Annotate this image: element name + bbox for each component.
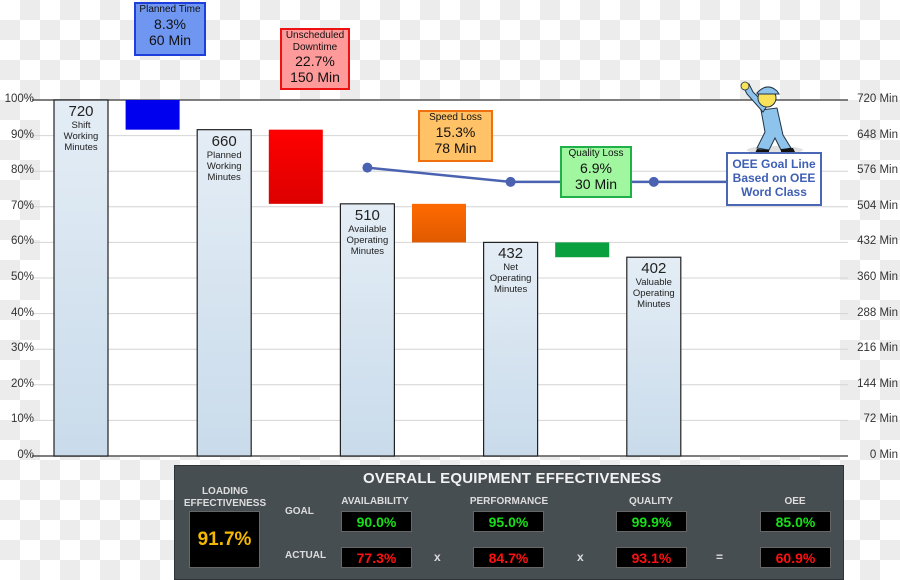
loss-bar [125, 100, 180, 130]
bar-description: Valuable [635, 277, 672, 289]
availability-actual: 77.3% [341, 547, 412, 568]
left-axis-tick-label: 80% [10, 164, 34, 177]
goal-line-label-line: Based on OEE [732, 171, 816, 185]
loss-callout: Planned Time 8.3% 60 Min [134, 2, 206, 56]
callout-value: 150 Min [290, 69, 340, 86]
left-axis-tick-label: 0% [17, 449, 34, 461]
bar-description: Planned [206, 149, 242, 161]
multiply-operator: x [577, 550, 584, 564]
oee-actual: 60.9% [760, 547, 831, 568]
left-axis-tick-label: 100% [4, 93, 34, 105]
bar-value: 720 [68, 103, 94, 120]
bar-value: 432 [498, 245, 524, 263]
loss-callout: Unscheduled Downtime 22.7% 150 Min [280, 28, 350, 90]
left-axis-tick-label: 10% [10, 413, 34, 426]
oee-summary-panel: OVERALL EQUIPMENT EFFECTIVENESS LOADING … [174, 465, 844, 580]
total-bar [53, 99, 109, 457]
left-axis-tick-label: 90% [10, 128, 34, 141]
callout-value: 22.7% [295, 53, 335, 69]
bar-description: Operating [632, 288, 675, 300]
loss-bar [268, 129, 323, 204]
bar-description: Minutes [64, 142, 98, 153]
bar-description: Available [348, 223, 387, 235]
panel-title: OVERALL EQUIPMENT EFFECTIVENESS [363, 470, 662, 487]
left-axis-tick-label: 50% [10, 271, 34, 283]
total-bar-label: 660 Planned Working Minutes [197, 133, 251, 183]
left-axis-tick-label: 30% [10, 342, 34, 355]
actual-row-label: ACTUAL [285, 550, 327, 561]
loading-label-line: EFFECTIVENESS [183, 498, 267, 509]
bar-value: 510 [354, 206, 380, 224]
bar-description: Shift [71, 120, 91, 131]
availability-goal: 90.0% [341, 511, 412, 532]
right-axis-tick-label: 504 Min [857, 199, 898, 212]
right-axis-tick-label: 288 Min [857, 306, 898, 319]
goal-line-label-line: OEE Goal Line [732, 157, 816, 171]
left-axis-tick-label: 20% [10, 377, 34, 390]
performance-actual: 84.7% [473, 547, 544, 568]
bar-description: Operating [346, 234, 389, 246]
loss-bar [412, 203, 466, 243]
loading-label-line: LOADING [201, 486, 249, 497]
bar-value: 660 [211, 132, 237, 150]
bar-description: Operating [489, 273, 532, 285]
goal-point [505, 176, 516, 187]
right-axis-tick-label: 216 Min [857, 342, 898, 355]
quality-goal: 99.9% [616, 511, 687, 532]
callout-title: Planned Time [139, 4, 201, 15]
callout-value: 78 Min [434, 139, 477, 156]
goal-point [648, 176, 659, 187]
left-axis-tick-label: 70% [10, 199, 34, 212]
oee-header: OEE [784, 496, 806, 507]
right-axis-tick-label: 0 Min [869, 449, 898, 461]
bar-description: Working [206, 160, 242, 172]
right-axis-tick-label: 576 Min [857, 164, 898, 177]
loss-callout: Quality Loss 6.9% 30 Min [560, 146, 632, 198]
right-axis-tick-label: 720 Min [857, 93, 898, 105]
right-axis-tick-label: 360 Min [857, 271, 898, 283]
callout-value: 30 Min [574, 175, 618, 192]
loss-bar [555, 242, 610, 258]
callout-value: 15.3% [435, 123, 476, 140]
bar-description: Minutes [637, 299, 671, 311]
callout-title: Downtime [292, 41, 338, 53]
right-axis-tick-label: 432 Min [857, 235, 898, 248]
goal-line-label-line: Word Class [741, 185, 807, 199]
loading-effectiveness-value: 91.7% [189, 511, 260, 568]
bar-description: Working [63, 131, 99, 142]
callout-title: Speed Loss [429, 112, 482, 123]
total-bar-label: 720 Shift Working Minutes [54, 103, 108, 153]
callout-value: 60 Min [148, 31, 192, 48]
performance-goal: 95.0% [473, 511, 544, 532]
total-bar-label: 432 Net Operating Minutes [484, 245, 538, 295]
bar-description: Minutes [493, 284, 528, 296]
goal-row-label: GOAL [285, 506, 314, 517]
total-bar-label: 510 Available Operating Minutes [340, 207, 394, 257]
quality-actual: 93.1% [616, 547, 687, 568]
callout-title: Unscheduled [285, 30, 345, 41]
loading-effectiveness-label: LOADING EFFECTIVENESS [179, 486, 271, 510]
availability-header: AVAILABILITY [341, 496, 409, 507]
bar-description: Minutes [207, 171, 241, 183]
left-axis-tick-label: 60% [10, 235, 34, 248]
right-axis-tick-label: 648 Min [857, 128, 898, 141]
loss-callout: Speed Loss 15.3% 78 Min [418, 110, 493, 162]
bar-description: Minutes [350, 245, 385, 257]
left-axis-tick-label: 40% [10, 306, 34, 319]
oee-goal: 85.0% [760, 511, 831, 532]
quality-header: QUALITY [629, 496, 673, 507]
callout-title: Quality Loss [568, 148, 624, 159]
goal-line-label: OEE Goal Line Based on OEE Word Class [726, 152, 822, 206]
total-bar-label: 402 Valuable Operating Minutes [627, 260, 681, 310]
goal-point [362, 162, 373, 173]
performance-header: PERFORMANCE [469, 496, 549, 507]
bar-description: Net [503, 262, 518, 274]
right-axis-tick-label: 72 Min [863, 413, 898, 426]
callout-value: 6.9% [580, 159, 612, 176]
multiply-operator: x [434, 550, 441, 564]
right-axis-tick-label: 144 Min [857, 377, 898, 390]
bar-value: 402 [641, 260, 667, 278]
equals-operator: = [716, 550, 724, 564]
callout-value: 8.3% [154, 15, 186, 32]
